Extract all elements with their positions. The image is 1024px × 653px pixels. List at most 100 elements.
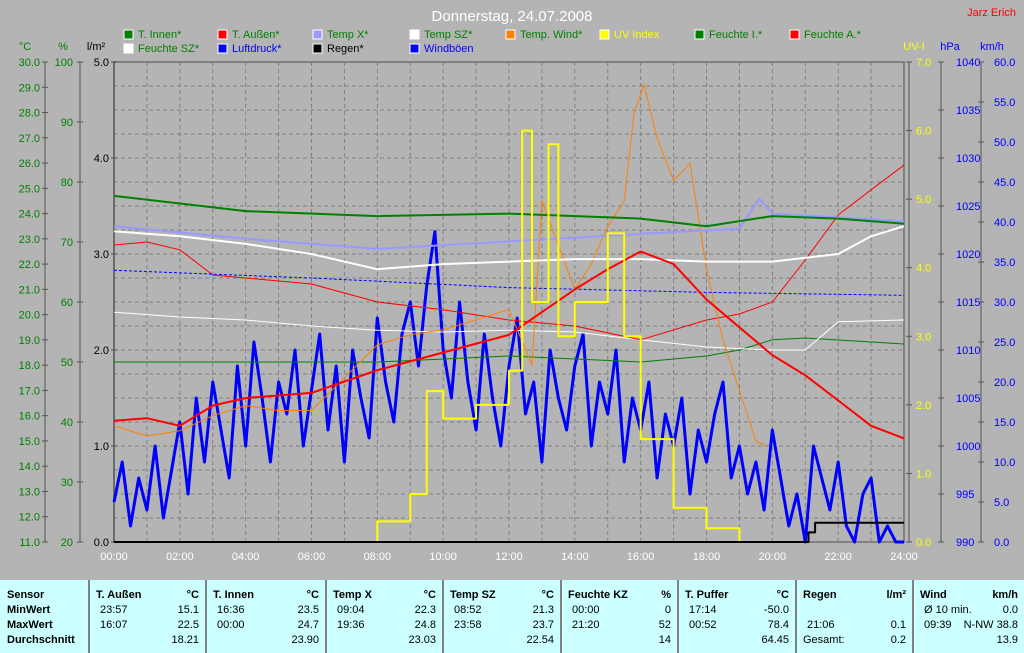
legend-swatch bbox=[123, 43, 134, 54]
axis-tick-label: 45.0 bbox=[994, 177, 1015, 189]
avg-value: 23.03 bbox=[408, 634, 436, 646]
row-label: MinWert bbox=[7, 604, 51, 616]
column-header: Temp X bbox=[333, 589, 372, 601]
axis-tick-label: 18.0 bbox=[19, 360, 40, 372]
legend-swatch bbox=[789, 29, 800, 40]
axis-tick-label: 20.0 bbox=[19, 310, 40, 322]
max-time: 16:07 bbox=[100, 619, 128, 631]
min-value: 22.3 bbox=[414, 604, 436, 616]
min-value: 21.3 bbox=[532, 604, 554, 616]
legend-label: Temp SZ* bbox=[424, 29, 473, 41]
legend-label: Regen* bbox=[327, 43, 364, 55]
column-unit: l/m² bbox=[886, 589, 906, 601]
axis-tick-label: 20 bbox=[61, 537, 73, 549]
legend-label: UV Index bbox=[614, 29, 660, 41]
min-time: 17:14 bbox=[689, 604, 717, 616]
axis-tick-label: 40.0 bbox=[994, 217, 1015, 229]
axis-tick-label: 5.0 bbox=[94, 57, 109, 69]
stats-column: T. Außen °C 23:57 15.1 16:07 22.5 18.21 bbox=[88, 580, 205, 653]
axis-tick-label: 11.0 bbox=[19, 537, 40, 549]
axis-tick-label: 80 bbox=[61, 177, 73, 189]
max-value: 22.5 bbox=[177, 619, 199, 631]
min-time: 08:52 bbox=[454, 604, 482, 616]
axis-tick-label: 16.0 bbox=[19, 411, 40, 423]
stats-column: T. Puffer °C 17:14 -50.0 00:52 78.4 64.45 bbox=[677, 580, 795, 653]
axis-tick-label: 23.0 bbox=[19, 234, 40, 246]
legend-swatch bbox=[409, 43, 420, 54]
axis-tick-label: 15.0 bbox=[19, 436, 40, 448]
axis-tick-label: 26.0 bbox=[19, 158, 40, 170]
axis-tick-label: 990 bbox=[956, 537, 974, 549]
legend-swatch bbox=[312, 43, 323, 54]
stats-column: Wind km/h Ø 10 min. 0.0 09:39 N-NW 38.8 13.9 bbox=[912, 580, 1024, 653]
axis-tick-label: 2.0 bbox=[916, 400, 931, 412]
axis-unit-label: km/h bbox=[980, 41, 1004, 53]
column-unit: °C bbox=[541, 589, 554, 601]
column-unit: °C bbox=[186, 589, 199, 601]
x-tick-label: 10:00 bbox=[429, 551, 457, 563]
max-time: 00:52 bbox=[689, 619, 717, 631]
axis-tick-label: 4.0 bbox=[916, 263, 931, 275]
min-value: 0 bbox=[664, 604, 671, 616]
axis-tick-label: 15.0 bbox=[994, 417, 1015, 429]
axis-tick-label: 1005 bbox=[956, 393, 980, 405]
axis-tick-label: 1040 bbox=[956, 57, 980, 69]
axis-tick-label: 5.0 bbox=[994, 497, 1009, 509]
x-tick-label: 24:00 bbox=[890, 551, 918, 563]
max-time: 21:20 bbox=[572, 619, 600, 631]
row-label: Durchschnitt bbox=[7, 634, 75, 646]
axis-tick-label: 60.0 bbox=[994, 57, 1015, 69]
avg-label: Gesamt: bbox=[803, 634, 845, 646]
min-time: 16:36 bbox=[217, 604, 245, 616]
axis-tick-label: 2.0 bbox=[94, 345, 109, 357]
legend-swatch bbox=[123, 29, 134, 40]
axis-tick-label: 0.0 bbox=[994, 537, 1009, 549]
axis-tick-label: 90 bbox=[61, 117, 73, 129]
legend-swatch bbox=[599, 29, 610, 40]
x-tick-label: 18:00 bbox=[693, 551, 721, 563]
x-tick-label: 02:00 bbox=[166, 551, 194, 563]
max-value: 24.8 bbox=[414, 619, 436, 631]
axis-tick-label: 27.0 bbox=[19, 133, 40, 145]
legend-swatch bbox=[409, 29, 420, 40]
column-header: Temp SZ bbox=[450, 589, 496, 601]
axis-tick-label: 1020 bbox=[956, 249, 980, 261]
max-time: 19:36 bbox=[337, 619, 365, 631]
avg-value: 13.9 bbox=[996, 634, 1018, 646]
legend-label: Luftdruck* bbox=[232, 43, 282, 55]
axis-tick-label: 60 bbox=[61, 297, 73, 309]
x-tick-label: 16:00 bbox=[627, 551, 655, 563]
legend-label: Feuchte SZ* bbox=[138, 43, 200, 55]
axis-tick-label: 1015 bbox=[956, 297, 980, 309]
max-value: 0.1 bbox=[890, 619, 906, 631]
axis-unit-label: % bbox=[58, 41, 68, 53]
axis-tick-label: 25.0 bbox=[994, 337, 1015, 349]
row-labels: Sensor MinWert MaxWert Durchschnitt bbox=[0, 580, 88, 653]
chart-title: Donnerstag, 24.07.2008 bbox=[432, 8, 593, 25]
legend-label: Feuchte A.* bbox=[804, 29, 862, 41]
axis-tick-label: 3.0 bbox=[94, 249, 109, 261]
legend-swatch bbox=[505, 29, 516, 40]
avg-value: 0.2 bbox=[890, 634, 906, 646]
legend-label: Feuchte I.* bbox=[709, 29, 763, 41]
axis-tick-label: 22.0 bbox=[19, 259, 40, 271]
x-tick-label: 06:00 bbox=[298, 551, 326, 563]
axis-tick-label: 40 bbox=[61, 417, 73, 429]
axis-unit-label: °C bbox=[19, 41, 31, 53]
legend-label: Windböen bbox=[424, 43, 474, 55]
x-tick-label: 08:00 bbox=[364, 551, 392, 563]
min-value: 15.1 bbox=[177, 604, 199, 616]
axis-tick-label: 19.0 bbox=[19, 335, 40, 347]
axis-tick-label: 12.0 bbox=[19, 512, 40, 524]
axis-tick-label: 4.0 bbox=[94, 153, 109, 165]
legend-swatch bbox=[217, 43, 228, 54]
min-value: -50.0 bbox=[763, 604, 789, 616]
weather-chart: Donnerstag, 24.07.2008 Jarz Erich °C 11.0… bbox=[19, 7, 1016, 563]
axis-tick-label: 30 bbox=[61, 477, 73, 489]
min-value: 23.5 bbox=[297, 604, 319, 616]
avg-value: 14 bbox=[658, 634, 671, 646]
axis-tick-label: 1.0 bbox=[916, 468, 931, 480]
axis-tick-label: 24.0 bbox=[19, 209, 40, 221]
axis-tick-label: 13.0 bbox=[19, 486, 40, 498]
column-unit: °C bbox=[776, 589, 789, 601]
